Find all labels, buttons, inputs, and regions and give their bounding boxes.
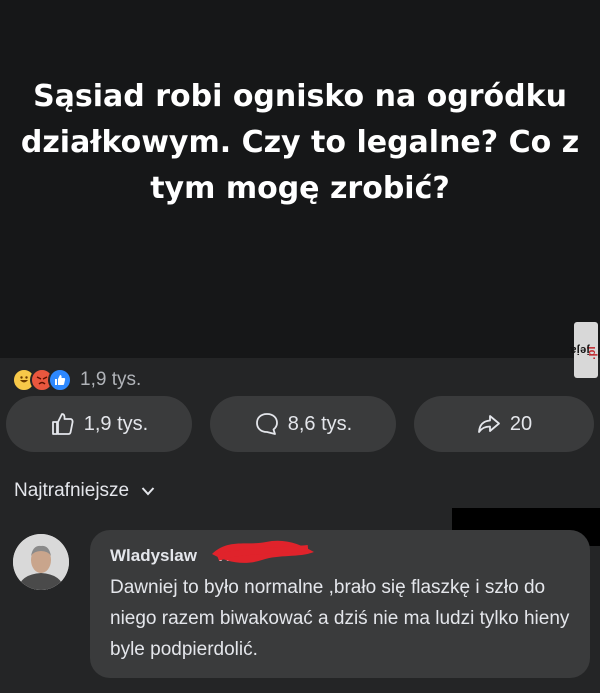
reaction-count: 1,9 tys. [80,369,142,390]
comment-icon [254,411,280,437]
action-bar: 1,9 tys. 8,6 tys. 20 [0,396,600,454]
chevron-down-icon [141,486,155,496]
post-content: Sąsiad robi ognisko na ogródku działkowy… [0,0,600,358]
like-button[interactable]: 1,9 tys. [6,396,192,452]
comment-bubble: Wladyslaw K Dawniej to było normalne ,br… [90,530,590,678]
share-icon [476,411,502,437]
comment-button[interactable]: 8,6 tys. [210,396,396,452]
like-count: 1,9 tys. [83,412,149,435]
comment-sort-dropdown[interactable]: Najtrafniejsze [14,480,155,502]
sort-label: Najtrafniejsze [14,480,130,501]
share-count: 20 [509,412,533,435]
redaction-scribble [212,540,314,563]
watermark-logo: jeja .pl [570,322,598,378]
avatar[interactable] [13,534,69,590]
next-comment-strip [0,682,600,693]
comment-author[interactable]: Wladyslaw [110,546,197,566]
post-text: Sąsiad robi ognisko na ogródku działkowy… [20,79,580,206]
reaction-summary[interactable]: 1,9 tys. [12,366,141,394]
share-button[interactable]: 20 [414,396,594,452]
comment-text: Dawniej to było normalne ,brało się flas… [110,577,570,660]
like-icon [48,368,72,392]
comment-count: 8,6 tys. [287,412,353,435]
thumbs-up-icon [50,411,76,437]
